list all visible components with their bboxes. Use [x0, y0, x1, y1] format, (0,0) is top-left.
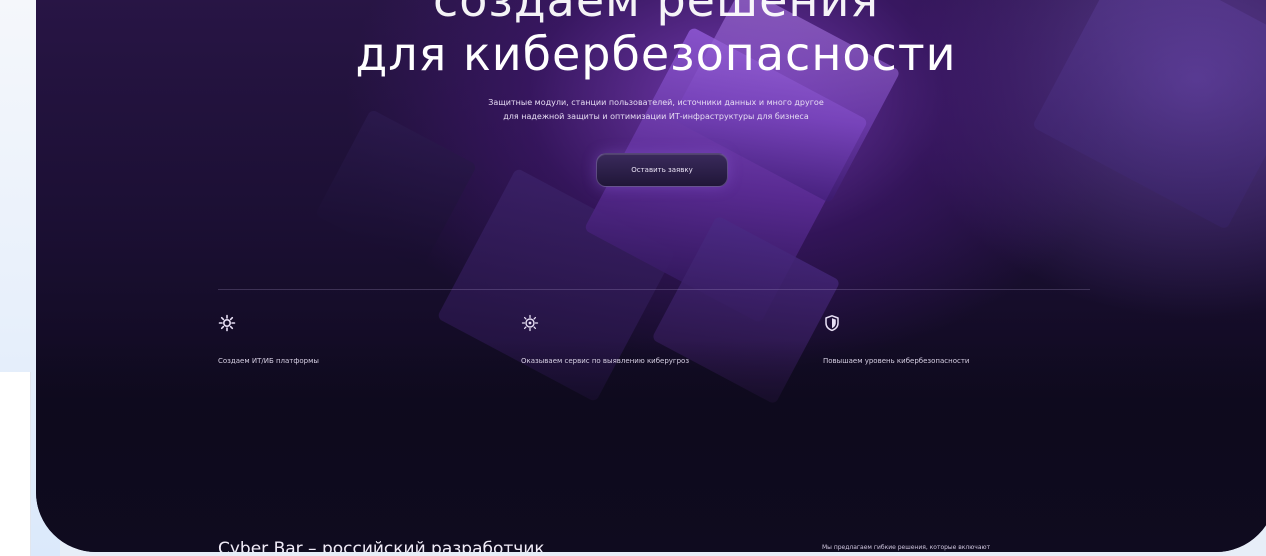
gear-network-icon	[218, 314, 236, 332]
features-divider	[218, 289, 1090, 290]
hero-subtitle-line2: для надежной защиты и оптимизации ИТ-инф…	[503, 112, 809, 121]
shield-icon	[823, 314, 841, 332]
hero-section: создаем решения для кибербезопасности За…	[36, 0, 1266, 552]
hero-bottom-fade	[36, 340, 1266, 552]
feature-item-threat-detection: Оказываем сервис по выявлению киберугроз	[521, 314, 781, 367]
about-text: Мы предлагаем гибкие решения, которые вк…	[822, 544, 991, 551]
feature-item-security-level: Повышаем уровень кибербезопасности	[823, 314, 1083, 367]
feature-item-platforms: Создаем ИТ/ИБ платформы	[218, 314, 478, 367]
hero-title-line1: создаем решения	[432, 0, 880, 27]
page: создаем решения для кибербезопасности За…	[0, 0, 1266, 556]
feature-label: Создаем ИТ/ИБ платформы	[218, 357, 319, 365]
about-title: Cyber Bar – российский разработчик	[218, 539, 545, 552]
feature-label: Повышаем уровень кибербезопасности	[823, 357, 970, 365]
request-button[interactable]: Оставить заявку	[596, 153, 728, 187]
feature-label: Оказываем сервис по выявлению киберугроз	[521, 357, 690, 365]
hero-subtitle-line1: Защитные модули, станции пользователей, …	[488, 98, 824, 107]
hero-title-line2: для кибербезопасности	[355, 27, 957, 81]
left-panel-edge	[0, 372, 31, 556]
radar-scan-icon	[521, 314, 539, 332]
decorative-cube	[314, 108, 478, 272]
